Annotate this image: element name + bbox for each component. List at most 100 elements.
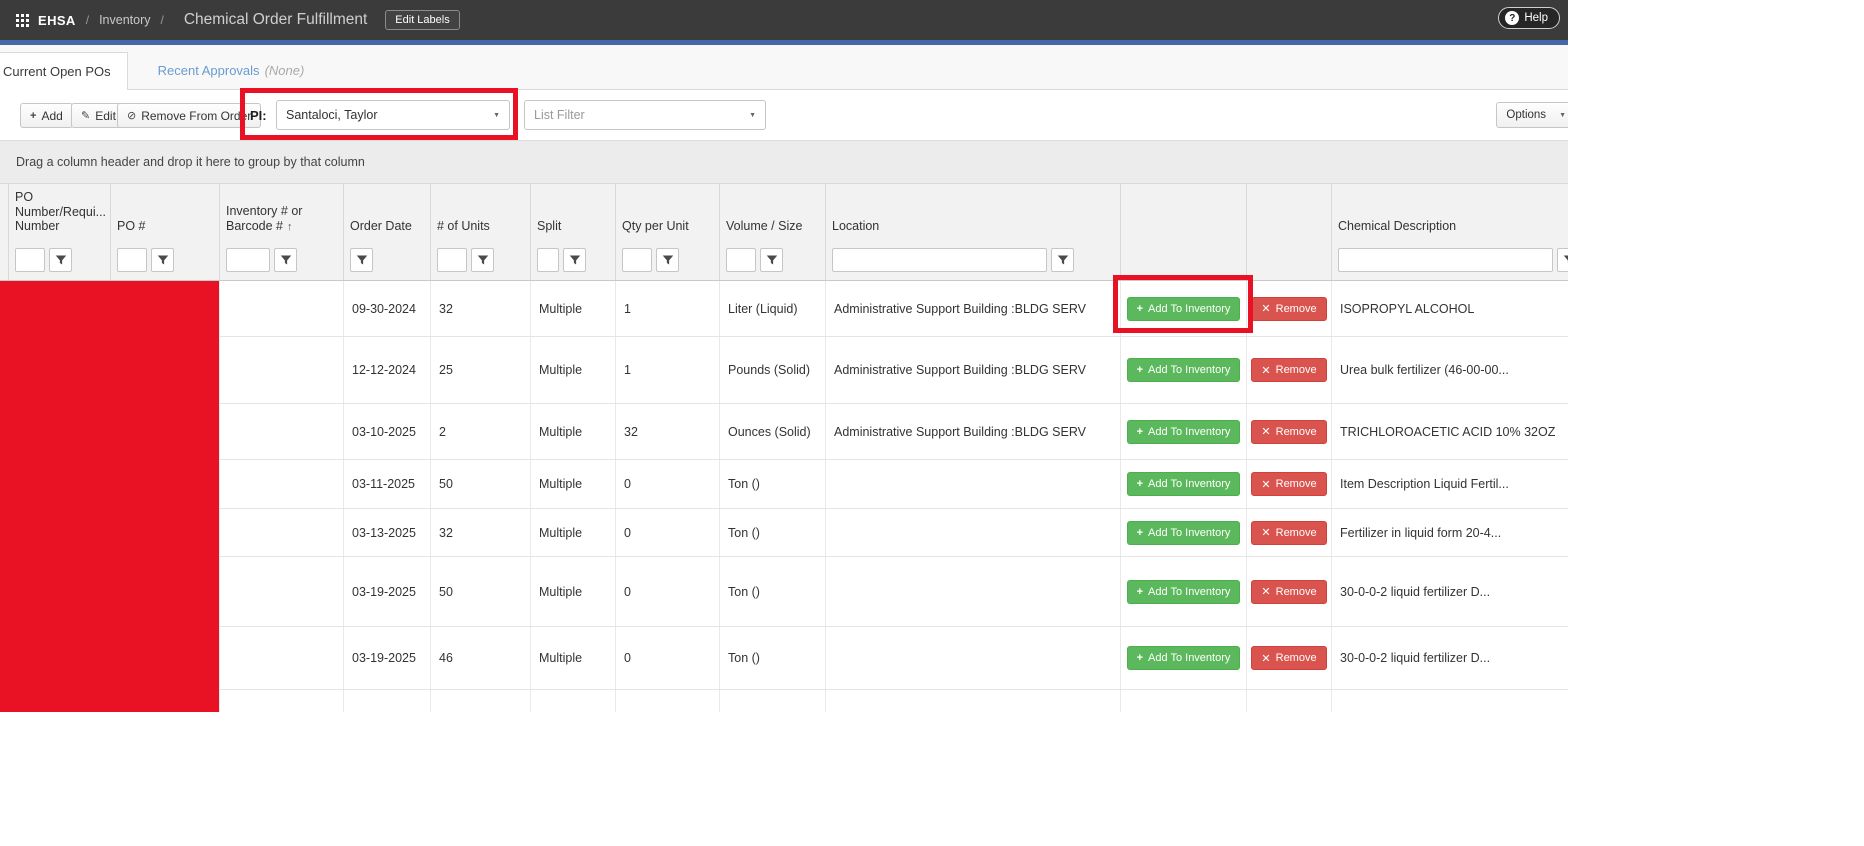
table-row: 03-10-2025 2 Multiple 32 Ounces (Solid) … <box>0 404 1568 460</box>
remove-button[interactable]: ✕Remove <box>1251 297 1326 321</box>
add-button[interactable]: + Add <box>20 103 73 128</box>
filter-button-chemical-description[interactable] <box>1557 248 1568 272</box>
remove-button[interactable]: ✕Remove <box>1251 646 1326 670</box>
edit-labels-button[interactable]: Edit Labels <box>385 10 459 30</box>
filter-input-location[interactable] <box>832 248 1047 272</box>
add-to-inventory-button[interactable]: +Add To Inventory <box>1127 420 1241 444</box>
cell-actions-remove: ✕Remove <box>1246 460 1331 508</box>
pi-dropdown[interactable]: Santaloci, Taylor ▼ <box>276 100 510 130</box>
remove-button[interactable]: ✕Remove <box>1251 580 1326 604</box>
cell-inventory-barcode <box>219 281 343 336</box>
table-row: 03-19-2025 50 Multiple 0 Ton () +Add To … <box>0 557 1568 627</box>
plus-icon: + <box>1137 303 1143 315</box>
chevron-down-icon: ▼ <box>493 112 500 119</box>
cell-actions-add: +Add To Inventory <box>1120 509 1246 556</box>
funnel-icon <box>356 254 368 266</box>
cell-actions-add: +Add To Inventory <box>1120 460 1246 508</box>
plus-icon: + <box>1137 527 1143 539</box>
filter-input-units[interactable] <box>437 248 467 272</box>
cell-chemical-description: TRICHLOROACETIC ACID 10% 32OZ <box>1331 404 1568 459</box>
cell-qty-per-unit: 1 <box>615 281 719 336</box>
cell-location: Administrative Support Building :BLDG SE… <box>825 404 1120 459</box>
funnel-icon <box>569 254 581 266</box>
help-button[interactable]: ? Help <box>1498 7 1560 29</box>
cell-chemical-description: 30-0-0-2 liquid fertilizer D... <box>1331 627 1568 689</box>
column-header-po-number[interactable]: PO Number/Requi... Number <box>8 184 110 240</box>
cell-actions-remove: ✕Remove <box>1246 557 1331 626</box>
column-header-volume-size[interactable]: Volume / Size <box>719 184 825 240</box>
x-icon: ✕ <box>1261 585 1270 598</box>
grid-filter-row <box>0 240 1568 281</box>
remove-from-order-button[interactable]: ⊘ Remove From Order <box>117 103 261 128</box>
cell-location <box>825 627 1120 689</box>
filter-button-location[interactable] <box>1051 248 1074 272</box>
breadcrumb-inventory-link[interactable]: Inventory <box>99 13 150 27</box>
table-row: 03-13-2025 32 Multiple 0 Ton () +Add To … <box>0 509 1568 557</box>
tab-current-open-pos[interactable]: Current Open POs <box>0 52 128 90</box>
x-icon: ✕ <box>1261 652 1270 665</box>
filter-button-volume-size[interactable] <box>760 248 783 272</box>
column-header-location[interactable]: Location <box>825 184 1120 240</box>
plus-icon: + <box>1137 586 1143 598</box>
x-icon: ✕ <box>1261 526 1270 539</box>
cell-order-date: 03-19-2025 <box>343 557 430 626</box>
add-to-inventory-button[interactable]: +Add To Inventory <box>1127 358 1241 382</box>
cell-location: Administrative Support Building :BLDG SE… <box>825 281 1120 336</box>
cell-actions-add: +Add To Inventory <box>1120 337 1246 403</box>
filter-input-po-number[interactable] <box>15 248 45 272</box>
cell-units: 50 <box>430 557 530 626</box>
cell-units: 32 <box>430 509 530 556</box>
cell-split: Multiple <box>530 509 615 556</box>
filter-input-chemical-description[interactable] <box>1338 248 1553 272</box>
tab-recent-approvals[interactable]: Recent Approvals (None) <box>150 51 313 89</box>
cell-units: 32 <box>430 281 530 336</box>
table-row-partial <box>0 690 1568 712</box>
cell-location <box>825 557 1120 626</box>
remove-button[interactable]: ✕Remove <box>1251 521 1326 545</box>
options-button[interactable]: Options ▼ <box>1496 102 1568 128</box>
page-title: Chemical Order Fulfillment <box>184 11 367 29</box>
add-to-inventory-button[interactable]: +Add To Inventory <box>1127 297 1241 321</box>
add-to-inventory-button[interactable]: +Add To Inventory <box>1127 472 1241 496</box>
filter-input-volume-size[interactable] <box>726 248 756 272</box>
filter-button-inventory-barcode[interactable] <box>274 248 297 272</box>
apps-grid-icon[interactable] <box>16 14 29 27</box>
remove-button[interactable]: ✕Remove <box>1251 358 1326 382</box>
breadcrumb-separator: / <box>86 13 89 27</box>
filter-button-split[interactable] <box>563 248 586 272</box>
filter-button-units[interactable] <box>471 248 494 272</box>
column-header-chemical-description[interactable]: Chemical Description <box>1331 184 1568 240</box>
filter-button-qty-per-unit[interactable] <box>656 248 679 272</box>
funnel-icon <box>766 254 778 266</box>
sort-asc-icon: ↑ <box>287 221 293 233</box>
cell-chemical-description: Fertilizer in liquid form 20-4... <box>1331 509 1568 556</box>
column-header-order-date[interactable]: Order Date <box>343 184 430 240</box>
cell-qty-per-unit: 32 <box>615 404 719 459</box>
filter-input-qty-per-unit[interactable] <box>622 248 652 272</box>
cell-actions-add: +Add To Inventory <box>1120 627 1246 689</box>
add-to-inventory-button[interactable]: +Add To Inventory <box>1127 521 1241 545</box>
column-header-units[interactable]: # of Units <box>430 184 530 240</box>
column-header-qty-per-unit[interactable]: Qty per Unit <box>615 184 719 240</box>
column-header-inventory-barcode[interactable]: Inventory # or Barcode #↑ <box>219 184 343 240</box>
cell-volume-size: Ton () <box>719 460 825 508</box>
column-header-actions-add <box>1120 184 1246 240</box>
list-filter-dropdown[interactable]: List Filter ▼ <box>524 100 766 130</box>
options-button-label: Options <box>1506 109 1546 121</box>
add-to-inventory-button[interactable]: +Add To Inventory <box>1127 580 1241 604</box>
column-header-split[interactable]: Split <box>530 184 615 240</box>
filter-input-po[interactable] <box>117 248 147 272</box>
pi-label: PI: <box>250 90 267 140</box>
filter-input-split[interactable] <box>537 248 559 272</box>
filter-button-po[interactable] <box>151 248 174 272</box>
remove-button[interactable]: ✕Remove <box>1251 472 1326 496</box>
funnel-icon <box>55 254 67 266</box>
remove-button[interactable]: ✕Remove <box>1251 420 1326 444</box>
cell-chemical-description: 30-0-0-2 liquid fertilizer D... <box>1331 557 1568 626</box>
column-header-po[interactable]: PO # <box>110 184 219 240</box>
add-to-inventory-button[interactable]: +Add To Inventory <box>1127 646 1241 670</box>
filter-button-po-number[interactable] <box>49 248 72 272</box>
filter-button-order-date[interactable] <box>350 248 373 272</box>
cell-inventory-barcode <box>219 337 343 403</box>
filter-input-inventory-barcode[interactable] <box>226 248 270 272</box>
